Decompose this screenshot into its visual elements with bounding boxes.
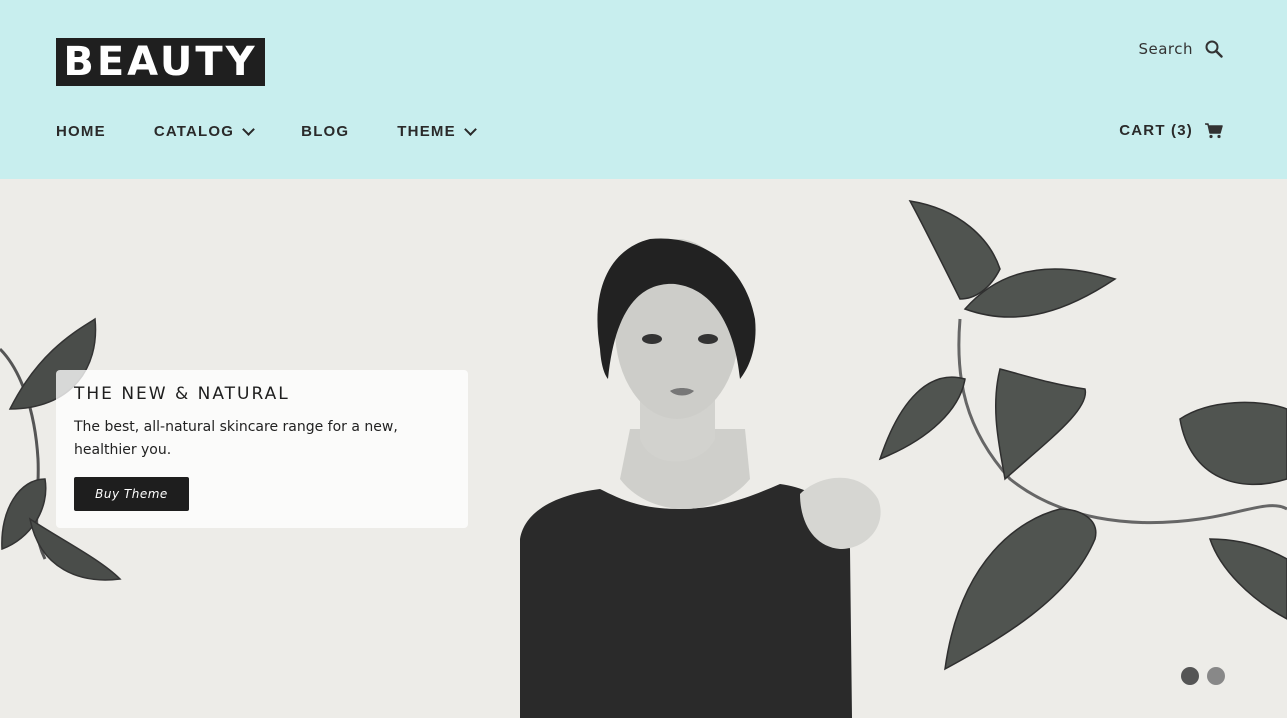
site-logo[interactable]: BEAUTY xyxy=(56,38,265,86)
slide-dot-1[interactable] xyxy=(1181,667,1199,685)
main-nav: HOME CATALOG BLOG THEME xyxy=(56,122,523,140)
nav-item-home[interactable]: HOME xyxy=(56,123,106,140)
hero-caption-card: THE NEW & NATURAL The best, all-natural … xyxy=(56,370,468,528)
cart-label: CART (3) xyxy=(1119,122,1193,139)
cart-link[interactable]: CART (3) xyxy=(1119,122,1223,139)
chevron-down-icon xyxy=(242,122,256,136)
nav-item-label: THEME xyxy=(397,123,456,140)
search-label: Search xyxy=(1138,40,1193,58)
plant-right-illustration xyxy=(878,200,1287,671)
slide-dot-2[interactable] xyxy=(1207,667,1225,685)
nav-item-label: HOME xyxy=(56,123,106,140)
search-link[interactable]: Search xyxy=(1138,40,1223,58)
chevron-down-icon xyxy=(463,122,477,136)
search-icon xyxy=(1205,40,1223,58)
model-illustration xyxy=(520,238,881,718)
nav-item-catalog[interactable]: CATALOG xyxy=(153,122,256,140)
nav-item-label: CATALOG xyxy=(153,123,235,140)
nav-item-label: BLOG xyxy=(301,123,350,140)
cart-icon xyxy=(1205,122,1223,138)
nav-item-theme[interactable]: THEME xyxy=(397,122,477,140)
hero-title: THE NEW & NATURAL xyxy=(74,384,290,404)
hero-description: The best, all-natural skincare range for… xyxy=(74,419,398,458)
nav-item-blog[interactable]: BLOG xyxy=(301,123,349,140)
site-header: BEAUTY Search HOME CATALOG BLOG THEME CA… xyxy=(0,0,1287,179)
slider-pagination xyxy=(1181,667,1225,685)
buy-theme-button[interactable]: Buy Theme xyxy=(74,477,189,511)
